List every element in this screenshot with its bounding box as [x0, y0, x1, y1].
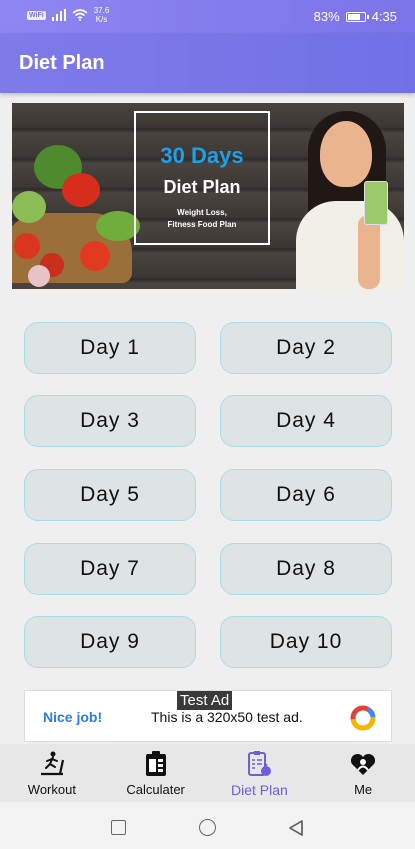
nav-me[interactable]: Me: [311, 744, 415, 802]
network-speed: 37.6 K/s: [94, 6, 110, 24]
signal-icon: [51, 9, 66, 21]
diet-plan-banner: 30 Days Diet Plan Weight Loss, Fitness F…: [12, 103, 404, 289]
green-juice-image: [364, 181, 388, 225]
nav-calculater[interactable]: Calculater: [104, 744, 208, 802]
clock: 4:35: [371, 9, 397, 24]
status-right: 83% 4:35: [314, 9, 397, 24]
day-8-button[interactable]: Day 8: [220, 543, 392, 595]
banner-title: Diet Plan: [163, 177, 241, 197]
day-3-button[interactable]: Day 3: [24, 395, 196, 447]
battery-percent: 83%: [313, 9, 340, 24]
page-title: Diet Plan: [19, 52, 105, 74]
nav-workout[interactable]: Workout: [0, 744, 104, 802]
battery-fill: [347, 13, 361, 20]
pepper-image: [80, 241, 110, 271]
diet-plan-icon: [248, 751, 272, 776]
speed-unit: K/s: [95, 15, 108, 24]
banner-headline: 30 Days: [160, 143, 244, 168]
ad-logo-icon: [350, 705, 376, 731]
day-9-button[interactable]: Day 9: [24, 616, 196, 668]
test-ad-label: Test Ad: [177, 691, 233, 710]
bottom-navigation: Workout Calculater Diet Plan Me: [0, 744, 415, 802]
day-10-button[interactable]: Day 10: [220, 616, 392, 668]
woman-face-image: [320, 121, 372, 187]
banner-subtitle: Weight Loss, Fitness Food Plan: [136, 207, 268, 231]
banner-subtitle-line2: Fitness Food Plan: [167, 220, 237, 229]
day-7-button[interactable]: Day 7: [24, 543, 196, 595]
day-6-button[interactable]: Day 6: [220, 469, 392, 521]
day-1-button[interactable]: Day 1: [24, 322, 196, 374]
banner-subtitle-line1: Weight Loss,: [177, 208, 227, 217]
nav-label-calculater: Calculater: [126, 782, 185, 797]
system-navigation-bar: [0, 802, 415, 849]
ad-nice-job: Nice job!: [43, 709, 103, 725]
wifi-badge: WiFi: [27, 10, 46, 20]
day-2-button[interactable]: Day 2: [220, 322, 392, 374]
pepper-image: [62, 173, 100, 207]
day-5-button[interactable]: Day 5: [24, 469, 196, 521]
app-bar: Diet Plan: [0, 33, 415, 93]
nav-label-workout: Workout: [27, 782, 76, 797]
treadmill-icon: [40, 751, 64, 776]
battery-icon: [345, 11, 369, 22]
back-icon[interactable]: [287, 819, 305, 837]
nav-diet-plan[interactable]: Diet Plan: [208, 744, 312, 802]
day-4-button[interactable]: Day 4: [220, 395, 392, 447]
recent-apps-icon[interactable]: [111, 820, 126, 835]
banner-frame: 30 Days Diet Plan Weight Loss, Fitness F…: [134, 111, 270, 245]
wifi-icon: [72, 9, 88, 21]
speed-value: 37.6: [93, 6, 110, 15]
onion-image: [28, 265, 50, 287]
tomato-image: [14, 233, 40, 259]
calculator-icon: [145, 751, 166, 776]
ad-text: This is a 320x50 test ad.: [151, 709, 303, 725]
status-left: WiFi 37.6 K/s: [27, 6, 109, 24]
cabbage-image: [12, 191, 46, 223]
status-bar: WiFi 37.6 K/s 83% 4:35: [0, 0, 415, 33]
heart-person-icon: [351, 753, 376, 775]
nav-label-me: Me: [354, 782, 373, 797]
home-icon[interactable]: [199, 819, 216, 836]
woman-arm-image: [358, 215, 380, 289]
nav-label-diet-plan: Diet Plan: [230, 782, 288, 798]
